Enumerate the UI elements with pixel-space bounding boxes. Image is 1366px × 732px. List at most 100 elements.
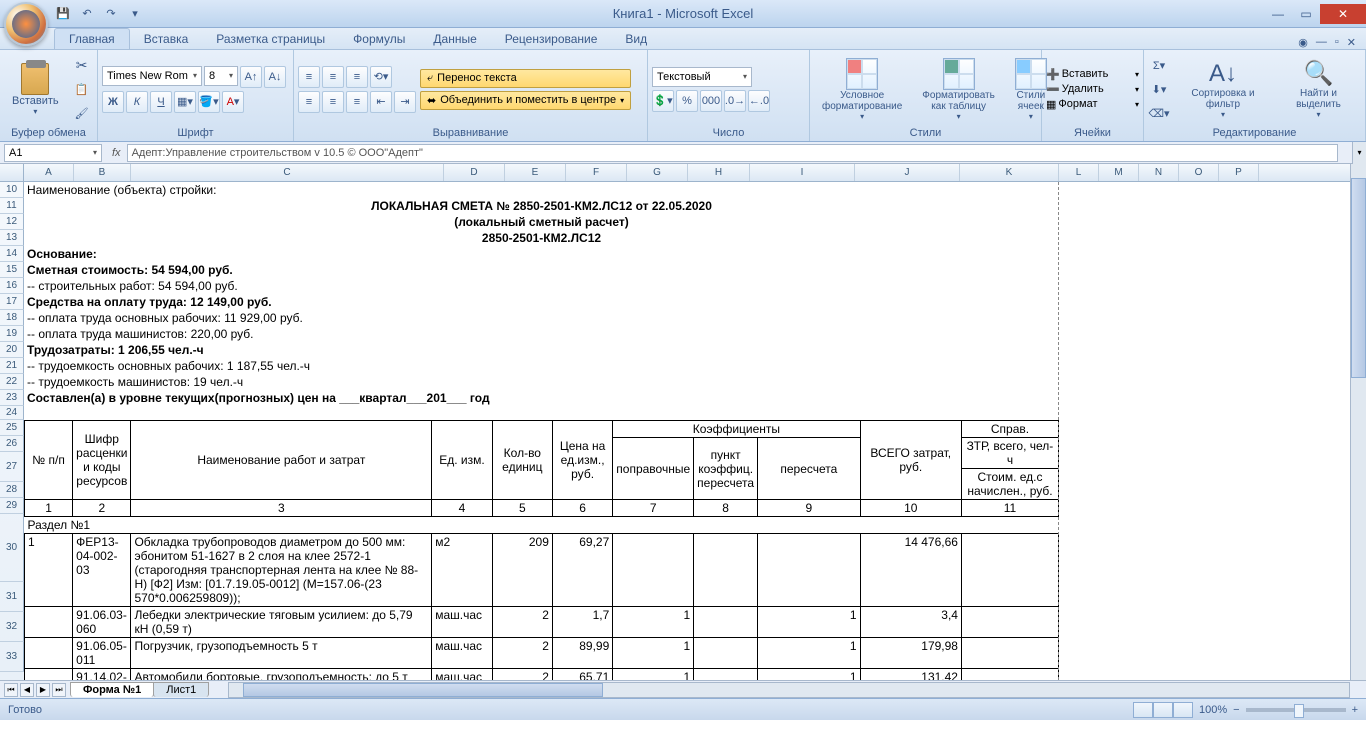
column-header[interactable]: K (960, 164, 1059, 181)
cell[interactable]: Наименование (объекта) стройки: (24, 182, 1059, 198)
cell[interactable]: 2850-2501-КМ2.ЛС12 (24, 230, 1059, 246)
close-button[interactable]: ✕ (1320, 4, 1366, 24)
zoom-out-button[interactable]: − (1233, 704, 1239, 716)
save-icon[interactable]: 💾 (54, 5, 72, 23)
cell[interactable]: Составлен(а) в уровне текущих(прогнозных… (24, 390, 1059, 406)
align-left-button[interactable]: ≡ (298, 91, 320, 113)
clear-button[interactable]: ⌫▾ (1148, 102, 1170, 124)
increase-decimal-button[interactable]: .0→ (724, 90, 746, 112)
column-header[interactable]: C (131, 164, 444, 181)
cell[interactable]: ЛОКАЛЬНАЯ СМЕТА № 2850-2501-КМ2.ЛС12 от … (24, 198, 1059, 214)
format-painter-button[interactable]: 🖌 (71, 102, 93, 124)
row-header[interactable]: 10 (0, 182, 24, 198)
row-header[interactable]: 26 (0, 436, 24, 452)
sheet-tab-list1[interactable]: Лист1 (153, 682, 209, 697)
font-size-combo[interactable]: 8 (204, 66, 238, 86)
align-top-button[interactable]: ≡ (298, 66, 320, 88)
number-format-combo[interactable]: Текстовый (652, 67, 752, 87)
column-header[interactable]: L (1059, 164, 1099, 181)
row-header[interactable]: 19 (0, 326, 24, 342)
expand-formula-bar-icon[interactable]: ▾ (1352, 142, 1366, 164)
redo-icon[interactable]: ↷ (102, 5, 120, 23)
restore-window-icon[interactable]: ▫ (1335, 36, 1339, 49)
bold-button[interactable]: Ж (102, 91, 124, 113)
zoom-level[interactable]: 100% (1199, 704, 1227, 716)
sort-filter-button[interactable]: A↓ Сортировка и фильтр▾ (1174, 54, 1272, 124)
tab-nav-first-icon[interactable]: ⏮ (4, 683, 18, 697)
find-select-button[interactable]: 🔍 Найти и выделить▾ (1276, 54, 1361, 124)
column-header[interactable]: I (750, 164, 855, 181)
format-cells-button[interactable]: Формат (1058, 98, 1133, 110)
grow-font-button[interactable]: A↑ (240, 66, 262, 88)
fill-button[interactable]: ⬇▾ (1148, 78, 1170, 100)
insert-cells-button[interactable]: Вставить (1062, 68, 1133, 80)
row-header[interactable]: 32 (0, 612, 24, 642)
tab-nav-last-icon[interactable]: ⏭ (52, 683, 66, 697)
column-header[interactable]: A (24, 164, 74, 181)
fill-color-button[interactable]: 🪣▾ (198, 91, 220, 113)
qat-customize-icon[interactable]: ▾ (126, 5, 144, 23)
tab-insert[interactable]: Вставка (130, 29, 203, 49)
horizontal-scrollbar[interactable] (228, 682, 1350, 698)
select-all-corner[interactable] (0, 164, 24, 181)
cell[interactable]: -- строительных работ: 54 594,00 руб. (24, 278, 1059, 294)
tab-formulas[interactable]: Формулы (339, 29, 419, 49)
italic-button[interactable]: К (126, 91, 148, 113)
close-workbook-icon[interactable]: ✕ (1347, 36, 1356, 49)
tab-nav-prev-icon[interactable]: ◀ (20, 683, 34, 697)
zoom-in-button[interactable]: + (1352, 704, 1358, 716)
help-icon[interactable]: ◉ (1298, 36, 1308, 49)
tab-page-layout[interactable]: Разметка страницы (202, 29, 339, 49)
row-header[interactable]: 11 (0, 198, 24, 214)
page-layout-view-button[interactable] (1153, 702, 1173, 718)
align-bottom-button[interactable]: ≡ (346, 66, 368, 88)
row-header[interactable]: 20 (0, 342, 24, 358)
shrink-font-button[interactable]: A↓ (264, 66, 286, 88)
column-header[interactable]: J (855, 164, 960, 181)
decrease-indent-button[interactable]: ⇤ (370, 91, 392, 113)
normal-view-button[interactable] (1133, 702, 1153, 718)
paste-button[interactable]: Вставить ▾ (4, 54, 67, 124)
fx-icon[interactable]: fx (106, 147, 127, 159)
copy-button[interactable]: 📋 (71, 78, 93, 100)
formula-input[interactable]: Адепт:Управление строительством v 10.5 ©… (127, 144, 1338, 162)
row-header[interactable]: 21 (0, 358, 24, 374)
zoom-slider[interactable] (1246, 708, 1346, 712)
row-header[interactable]: 16 (0, 278, 24, 294)
row-header[interactable]: 18 (0, 310, 24, 326)
row-header[interactable]: 30 (0, 514, 24, 582)
row-header[interactable]: 22 (0, 374, 24, 390)
spreadsheet-grid[interactable]: ABCDEFGHIJKLMNOP 10111213141516171819202… (0, 164, 1366, 680)
row-header[interactable]: 17 (0, 294, 24, 310)
font-name-combo[interactable]: Times New Rom (102, 66, 202, 86)
row-header[interactable]: 13 (0, 230, 24, 246)
cell[interactable]: -- трудоемкость основных рабочих: 1 187,… (24, 358, 1059, 374)
column-header[interactable]: P (1219, 164, 1259, 181)
name-box[interactable]: A1 (4, 144, 102, 162)
comma-button[interactable]: 000 (700, 90, 722, 112)
maximize-button[interactable]: ▭ (1292, 4, 1320, 24)
increase-indent-button[interactable]: ⇥ (394, 91, 416, 113)
minimize-button[interactable]: — (1264, 4, 1292, 24)
tab-view[interactable]: Вид (611, 29, 661, 49)
cell[interactable]: Сметная стоимость: 54 594,00 руб. (24, 262, 1059, 278)
tab-data[interactable]: Данные (419, 29, 490, 49)
vertical-scrollbar[interactable] (1350, 164, 1366, 680)
cell[interactable]: Трудозатраты: 1 206,55 чел.-ч (24, 342, 1059, 358)
column-header[interactable]: G (627, 164, 688, 181)
merge-center-button[interactable]: ⬌Объединить и поместить в центре▾ (420, 91, 631, 110)
cell[interactable]: (локальный сметный расчет) (24, 214, 1059, 230)
wrap-text-button[interactable]: ⤶Перенос текста (420, 69, 631, 88)
column-header[interactable]: D (444, 164, 505, 181)
row-header[interactable]: 29 (0, 498, 24, 514)
column-header[interactable]: O (1179, 164, 1219, 181)
undo-icon[interactable]: ↶ (78, 5, 96, 23)
cell[interactable]: -- оплата труда машинистов: 220,00 руб. (24, 326, 1059, 342)
column-header[interactable]: E (505, 164, 566, 181)
tab-home[interactable]: Главная (54, 28, 130, 49)
tab-review[interactable]: Рецензирование (491, 29, 612, 49)
row-header[interactable]: 15 (0, 262, 24, 278)
format-as-table-button[interactable]: Форматировать как таблицу▾ (914, 54, 1003, 124)
tab-nav-next-icon[interactable]: ▶ (36, 683, 50, 697)
currency-button[interactable]: 💲▾ (652, 90, 674, 112)
